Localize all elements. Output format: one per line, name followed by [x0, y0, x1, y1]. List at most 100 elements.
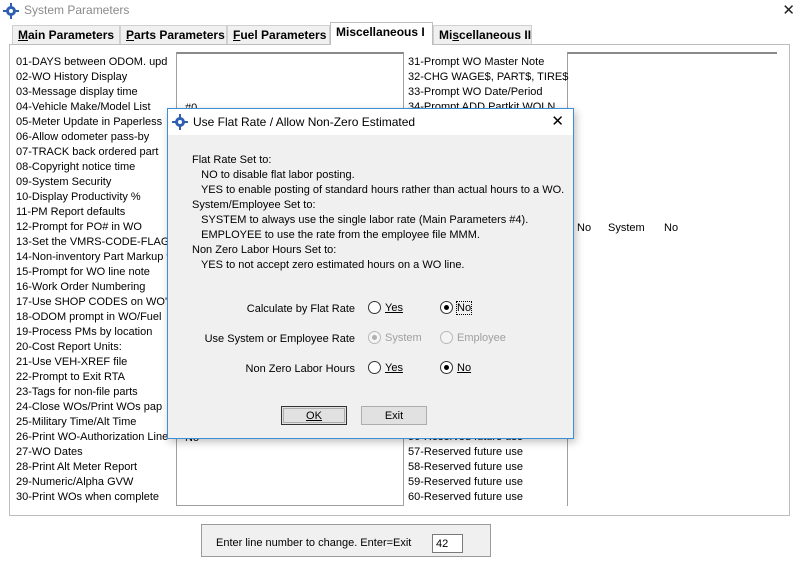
tab-miscellaneous-ii[interactable]: Miscellaneous II	[433, 25, 532, 44]
dialog-info-line: NO to disable flat labor posting.	[192, 169, 355, 181]
radio-circle	[368, 331, 381, 344]
rate-system-radio[interactable]: System	[368, 331, 422, 344]
param-value-b: System	[608, 222, 645, 234]
parameter-row: 32-CHG WAGE$, PART$, TIRE$	[408, 71, 569, 83]
parameter-row: 26-Print WO-Authorization Line	[16, 431, 169, 443]
prompt-label: Enter line number to change. Enter=Exit	[216, 537, 412, 549]
ok-button-label: OK	[306, 410, 322, 422]
param-value-a: No	[577, 222, 592, 234]
non-zero-yes-label: Yes	[385, 361, 403, 374]
parameter-row: 14-Non-inventory Part Markup %	[16, 251, 177, 263]
line-number-prompt: Enter line number to change. Enter=Exit …	[201, 524, 491, 557]
flat-rate-label: Calculate by Flat Rate	[246, 303, 355, 315]
parameter-row: 18-ODOM prompt in WO/Fuel	[16, 311, 162, 323]
parameter-row: 15-Prompt for WO line note	[16, 266, 150, 278]
parameter-row: 27-WO Dates	[16, 446, 83, 458]
tab-parts-parameters[interactable]: Parts Parameters	[120, 25, 227, 44]
parameter-row: 05-Meter Update in Paperless	[16, 116, 163, 128]
flat-rate-dialog: Use Flat Rate / Allow Non-Zero Estimated…	[167, 108, 574, 439]
tab-miscellaneous-i[interactable]: Miscellaneous I	[330, 22, 433, 45]
exit-button[interactable]: Exit	[361, 406, 427, 425]
radio-circle	[368, 361, 381, 374]
dialog-info-line: Non Zero Labor Hours Set to:	[192, 244, 337, 256]
dialog-close-icon[interactable]: ✕	[551, 112, 564, 130]
tab-miscellaneous-i-label: Miscellaneous I	[336, 25, 425, 39]
radio-circle	[440, 301, 453, 314]
parameter-row: 16-Work Order Numbering	[16, 281, 146, 293]
rate-employee-label: Employee	[457, 331, 506, 344]
tab-parts-parameters-label: arts Parameters	[134, 28, 225, 42]
exit-button-label: Exit	[384, 410, 404, 422]
parameter-row: 59-Reserved future use	[408, 476, 523, 488]
parameter-row: 57-Reserved future use	[408, 446, 523, 458]
parameter-row: 30-Print WOs when complete	[16, 491, 160, 503]
parameter-row: 12-Prompt for PO# in WO	[16, 221, 142, 233]
ok-button[interactable]: OK	[281, 406, 347, 425]
parameter-row: 29-Numeric/Alpha GVW	[16, 476, 134, 488]
tab-miscellaneous-ii-label: cellaneous II	[459, 28, 532, 42]
parameter-row: 13-Set the VMRS-CODE-FLAG	[16, 236, 170, 248]
parameter-row: 31-Prompt WO Master Note	[408, 56, 545, 68]
dialog-info-line: Flat Rate Set to:	[192, 154, 272, 166]
parameter-row: 04-Vehicle Make/Model List	[16, 101, 151, 113]
parameter-row: 11-PM Report defaults	[16, 206, 126, 218]
rate-source-label: Use System or Employee Rate	[204, 333, 355, 345]
parameter-row: 21-Use VEH-XREF file	[16, 356, 128, 368]
radio-circle	[440, 331, 453, 344]
dialog-titlebar: Use Flat Rate / Allow Non-Zero Estimated…	[168, 109, 573, 135]
non-zero-hours-label: Non Zero Labor Hours	[245, 363, 355, 375]
window-titlebar: System Parameters ✕	[0, 0, 803, 22]
parameter-row: 01-DAYS between ODOM. upd	[16, 56, 168, 68]
right-values-box	[567, 52, 777, 506]
parameter-row: 10-Display Productivity %	[16, 191, 141, 203]
tab-strip: Main Parameters Parts Parameters Fuel Pa…	[12, 22, 792, 45]
parameter-row: 06-Allow odometer pass-by	[16, 131, 150, 143]
flat-rate-no-label: No	[455, 300, 473, 315]
dialog-info-line: EMPLOYEE to use the rate from the employ…	[192, 229, 480, 241]
parameter-row: 03-Message display time	[16, 86, 138, 98]
window-title: System Parameters	[24, 3, 130, 17]
dialog-info-line: SYSTEM to always use the single labor ra…	[192, 214, 529, 226]
tab-main-parameters[interactable]: Main Parameters	[12, 25, 120, 44]
gear-app-icon	[3, 3, 19, 19]
parameter-row: 08-Copyright notice time	[16, 161, 136, 173]
close-icon[interactable]: ✕	[782, 1, 795, 19]
flat-rate-no-radio[interactable]: No	[440, 300, 473, 315]
parameter-row: 02-WO History Display	[16, 71, 128, 83]
radio-circle	[368, 301, 381, 314]
radio-circle	[440, 361, 453, 374]
gear-app-icon	[172, 114, 188, 130]
non-zero-yes-radio[interactable]: Yes	[368, 361, 403, 374]
tab-miscellaneous-ii-prefix: Mi	[439, 28, 453, 42]
dialog-info-line: YES to enable posting of standard hours …	[192, 184, 565, 196]
parameter-row: 25-Military Time/Alt Time	[16, 416, 137, 428]
parameter-row: 33-Prompt WO Date/Period	[408, 86, 543, 98]
parameter-row: 22-Prompt to Exit RTA	[16, 371, 126, 383]
dialog-title: Use Flat Rate / Allow Non-Zero Estimated	[193, 115, 416, 129]
parameter-row: 58-Reserved future use	[408, 461, 523, 473]
tab-parts-parameters-mnemonic: P	[126, 28, 135, 42]
dialog-info-line: System/Employee Set to:	[192, 199, 316, 211]
tab-main-parameters-mnemonic: M	[18, 28, 28, 42]
tab-fuel-parameters-label: uel Parameters	[240, 28, 327, 42]
parameter-row: 09-System Security	[16, 176, 112, 188]
dialog-info-line: YES to not accept zero estimated hours o…	[192, 259, 465, 271]
parameter-row: 24-Close WOs/Print WOs pap	[16, 401, 163, 413]
rate-system-label: System	[385, 331, 422, 344]
parameter-row: 23-Tags for non-file parts	[16, 386, 138, 398]
non-zero-no-label: No	[457, 361, 472, 374]
parameter-row: 20-Cost Report Units:	[16, 341, 122, 353]
parameter-row: 28-Print Alt Meter Report	[16, 461, 138, 473]
non-zero-no-radio[interactable]: No	[440, 361, 471, 374]
parameter-row: 17-Use SHOP CODES on WO's	[16, 296, 173, 308]
param-value-c: No	[664, 222, 679, 234]
tab-main-parameters-label: ain Parameters	[28, 28, 115, 42]
line-number-input[interactable]: 42	[432, 534, 463, 553]
rate-employee-radio[interactable]: Employee	[440, 331, 506, 344]
parameter-row: 07-TRACK back ordered part	[16, 146, 159, 158]
flat-rate-yes-radio[interactable]: Yes	[368, 301, 403, 314]
flat-rate-yes-label: Yes	[385, 301, 403, 314]
tab-fuel-parameters[interactable]: Fuel Parameters	[227, 25, 330, 44]
parameter-row: 60-Reserved future use	[408, 491, 523, 503]
parameter-row: 19-Process PMs by location	[16, 326, 153, 338]
